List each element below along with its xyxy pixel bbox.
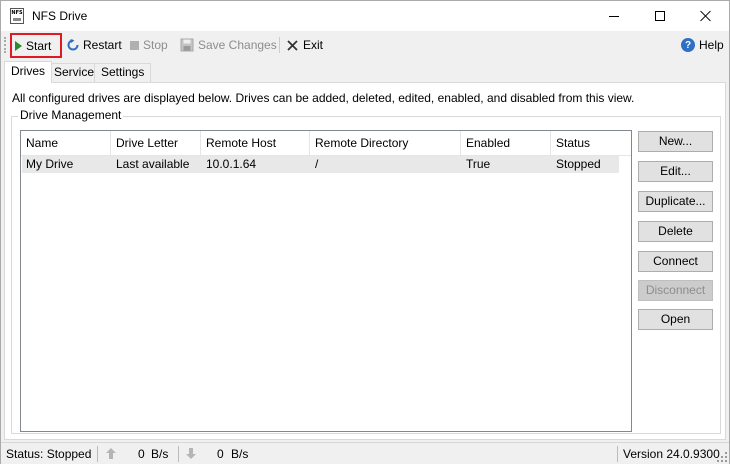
duplicate-drive-button[interactable]: Duplicate... xyxy=(638,191,713,212)
toolbar: Start Restart Stop Save Changes Exit ? H… xyxy=(1,31,729,59)
window-title: NFS Drive xyxy=(32,9,88,23)
delete-drive-button[interactable]: Delete xyxy=(638,221,713,242)
save-icon xyxy=(180,38,194,52)
list-header: Name Drive Letter Remote Host Remote Dir… xyxy=(21,131,631,156)
column-header-drive-letter[interactable]: Drive Letter xyxy=(111,131,201,156)
maximize-icon xyxy=(655,11,665,21)
upload-rate-unit: B/s xyxy=(151,447,169,461)
toolbar-separator xyxy=(279,37,280,53)
nfs-drive-app-icon: NFS xyxy=(10,8,24,24)
play-icon xyxy=(15,40,22,51)
stop-button[interactable]: Stop xyxy=(127,34,171,56)
save-changes-button[interactable]: Save Changes xyxy=(177,34,280,56)
minimize-button[interactable] xyxy=(591,1,637,31)
cell-status: Stopped xyxy=(556,157,601,171)
disconnect-button[interactable]: Disconnect xyxy=(638,280,713,301)
download-arrow-icon xyxy=(186,448,196,459)
exit-label: Exit xyxy=(303,38,324,52)
drives-intro-text: All configured drives are displayed belo… xyxy=(12,91,635,105)
tab-drives[interactable]: Drives xyxy=(4,61,53,83)
open-drive-button[interactable]: Open xyxy=(638,309,713,330)
version-text: Version 24.0.9300 xyxy=(623,447,720,461)
download-rate-value: 0 xyxy=(217,447,224,461)
stop-icon xyxy=(130,40,139,50)
start-label: Start xyxy=(26,38,52,53)
cell-enabled: True xyxy=(466,157,491,171)
minimize-icon xyxy=(609,15,619,17)
title-bar: NFS NFS Drive xyxy=(1,1,729,31)
download-rate-unit: B/s xyxy=(231,447,249,461)
close-icon xyxy=(700,10,712,22)
close-button[interactable] xyxy=(683,1,729,31)
app-window: NFS NFS Drive Start Restart Stop Save Ch… xyxy=(0,0,730,464)
tab-settings[interactable]: Settings xyxy=(94,63,152,82)
cell-remote-directory: / xyxy=(315,157,319,171)
upload-arrow-icon xyxy=(106,448,116,459)
cell-drive-letter: Last available xyxy=(116,157,190,171)
column-header-status[interactable]: Status xyxy=(551,131,631,156)
status-separator xyxy=(178,446,179,462)
toolbar-grip[interactable] xyxy=(4,37,6,53)
help-button[interactable]: ? Help xyxy=(678,34,727,56)
tab-service[interactable]: Service xyxy=(47,63,102,82)
start-button[interactable]: Start xyxy=(10,33,62,58)
save-changes-label: Save Changes xyxy=(198,38,277,52)
drives-tab-panel: All configured drives are displayed belo… xyxy=(4,82,726,440)
exit-x-icon xyxy=(287,39,298,51)
help-label: Help xyxy=(699,38,724,52)
drives-list-view[interactable]: Name Drive Letter Remote Host Remote Dir… xyxy=(20,130,632,432)
help-question-icon: ? xyxy=(681,38,695,52)
new-drive-button[interactable]: New... xyxy=(638,131,713,152)
group-title: Drive Management xyxy=(18,108,124,122)
maximize-button[interactable] xyxy=(637,1,683,31)
status-bar: Status: Stopped 0 B/s 0 B/s Version 24.0… xyxy=(1,442,729,464)
status-separator xyxy=(97,446,98,462)
cell-name: My Drive xyxy=(26,157,74,171)
table-row[interactable]: My Drive Last available 10.0.1.64 / True… xyxy=(22,156,619,173)
column-header-remote-host[interactable]: Remote Host xyxy=(201,131,310,156)
stop-label: Stop xyxy=(143,38,168,52)
drive-management-group: Drive Management Name Drive Letter Remot… xyxy=(11,108,721,434)
tab-strip: Drives Service Settings xyxy=(4,61,724,83)
upload-rate-value: 0 xyxy=(138,447,145,461)
column-header-remote-directory[interactable]: Remote Directory xyxy=(310,131,461,156)
edit-drive-button[interactable]: Edit... xyxy=(638,161,713,182)
column-header-name[interactable]: Name xyxy=(21,131,111,156)
status-text: Status: Stopped xyxy=(6,447,92,461)
resize-grip-icon[interactable] xyxy=(717,452,727,462)
restart-button[interactable]: Restart xyxy=(64,34,125,56)
connect-button[interactable]: Connect xyxy=(638,251,713,272)
column-header-enabled[interactable]: Enabled xyxy=(461,131,551,156)
restart-icon xyxy=(67,39,79,51)
cell-remote-host: 10.0.1.64 xyxy=(206,157,257,171)
restart-label: Restart xyxy=(83,38,122,52)
status-separator xyxy=(617,446,618,462)
exit-button[interactable]: Exit xyxy=(283,34,326,56)
